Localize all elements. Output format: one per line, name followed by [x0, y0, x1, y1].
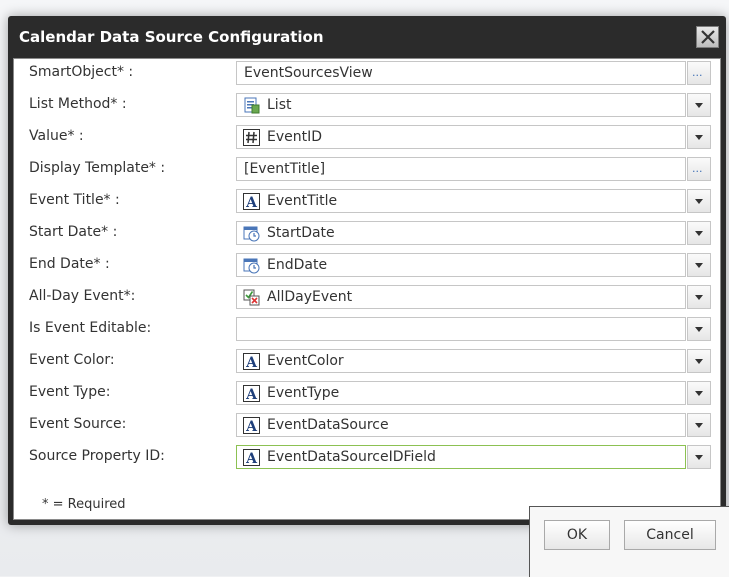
form-row: Event Source: A EventDataSource	[14, 411, 720, 438]
ellipsis-button[interactable]: ...	[687, 61, 711, 85]
dropdown-field[interactable]: AllDayEvent	[236, 285, 686, 309]
form-row: Is Event Editable:	[14, 315, 720, 342]
svg-text:A: A	[245, 419, 258, 434]
svg-text:A: A	[245, 195, 258, 210]
field-label: Is Event Editable:	[29, 320, 152, 336]
field-value: StartDate	[267, 225, 335, 241]
dropdown-field[interactable]: A EventType	[236, 381, 686, 405]
picker-field[interactable]: [EventTitle]	[236, 157, 686, 181]
dropdown-arrow-button[interactable]	[687, 93, 711, 117]
field-value: EventSourcesView	[244, 65, 373, 81]
required-note: * = Required	[42, 497, 126, 512]
close-button[interactable]	[696, 26, 719, 48]
ellipsis-icon: ...	[692, 162, 703, 175]
svg-text:A: A	[245, 387, 258, 402]
field-value: EventType	[267, 385, 340, 401]
form-row: Event Color: A EventColor	[14, 347, 720, 374]
form-row: End Date* : EndDate	[14, 251, 720, 278]
svg-text:A: A	[245, 451, 258, 466]
dropdown-field[interactable]: List	[236, 93, 686, 117]
field-value: EventDataSource	[267, 417, 389, 433]
form-row: SmartObject* : EventSourcesView...	[14, 59, 720, 86]
field-label: Value* :	[29, 128, 84, 144]
list-method-icon	[243, 97, 260, 114]
dropdown-arrow-button[interactable]	[687, 189, 711, 213]
form-row: Start Date* : StartDate	[14, 219, 720, 246]
datetime-type-icon	[243, 225, 260, 242]
text-type-icon: A	[243, 353, 260, 371]
field-value: [EventTitle]	[244, 161, 326, 177]
text-type-icon: A	[243, 385, 260, 403]
dropdown-arrow-button[interactable]	[687, 317, 711, 341]
dropdown-field[interactable]: A EventTitle	[236, 189, 686, 213]
dropdown-arrow-button[interactable]	[687, 381, 711, 405]
form-row: Event Title* : A EventTitle	[14, 187, 720, 214]
close-icon	[701, 30, 715, 44]
datetime-type-icon	[243, 257, 260, 274]
dialog-footer: OK Cancel	[529, 506, 729, 577]
field-label: Event Source:	[29, 416, 127, 432]
form-row: All-Day Event*: AllDayEvent	[14, 283, 720, 310]
form-row: Source Property ID: A EventDataSourceIDFie…	[14, 443, 720, 470]
form-row: Event Type: A EventType	[14, 379, 720, 406]
field-value: AllDayEvent	[267, 289, 353, 305]
field-value: EventTitle	[267, 193, 338, 209]
dialog-title: Calendar Data Source Configuration	[19, 28, 324, 46]
field-value: EventColor	[267, 353, 344, 369]
dropdown-field[interactable]	[236, 317, 686, 341]
text-type-icon: A	[243, 417, 260, 435]
ok-button[interactable]: OK	[544, 520, 610, 550]
dropdown-arrow-button[interactable]	[687, 445, 711, 469]
field-label: All-Day Event*:	[29, 288, 136, 304]
text-type-icon: A	[243, 193, 260, 211]
dropdown-field[interactable]: A EventDataSource	[236, 413, 686, 437]
form-row: Value* : EventID	[14, 123, 720, 150]
field-label: Start Date* :	[29, 224, 118, 240]
yesno-type-icon	[243, 289, 260, 306]
field-label: Event Type:	[29, 384, 111, 400]
dropdown-field[interactable]: StartDate	[236, 221, 686, 245]
ellipsis-icon: ...	[692, 66, 703, 79]
dropdown-field[interactable]: A EventColor	[236, 349, 686, 373]
dialog-content: * = Required SmartObject* : EventSourcesV…	[13, 58, 721, 520]
dropdown-arrow-button[interactable]	[687, 285, 711, 309]
svg-text:A: A	[245, 355, 258, 370]
text-type-icon: A	[243, 449, 260, 467]
dropdown-arrow-button[interactable]	[687, 125, 711, 149]
field-value: List	[267, 97, 292, 113]
dialog-titlebar: Calendar Data Source Configuration	[8, 16, 726, 58]
dropdown-arrow-button[interactable]	[687, 413, 711, 437]
field-label: Source Property ID:	[29, 448, 165, 464]
number-type-icon	[243, 129, 260, 146]
field-label: List Method* :	[29, 96, 127, 112]
field-label: SmartObject* :	[29, 64, 134, 80]
field-label: Event Color:	[29, 352, 115, 368]
field-value: EventDataSourceIDField	[267, 449, 436, 465]
field-label: Display Template* :	[29, 160, 166, 176]
cancel-button[interactable]: Cancel	[624, 520, 716, 550]
configuration-dialog: Calendar Data Source Configuration * = R…	[8, 16, 726, 525]
dropdown-field[interactable]: EventID	[236, 125, 686, 149]
field-label: End Date* :	[29, 256, 110, 272]
form-row: Display Template* : [EventTitle]...	[14, 155, 720, 182]
picker-field[interactable]: EventSourcesView	[236, 61, 686, 85]
form-row: List Method* : List	[14, 91, 720, 118]
dropdown-field[interactable]: EndDate	[236, 253, 686, 277]
dropdown-arrow-button[interactable]	[687, 221, 711, 245]
dropdown-field[interactable]: A EventDataSourceIDField	[236, 445, 686, 469]
ellipsis-button[interactable]: ...	[687, 157, 711, 181]
dropdown-arrow-button[interactable]	[687, 253, 711, 277]
dropdown-arrow-button[interactable]	[687, 349, 711, 373]
field-label: Event Title* :	[29, 192, 120, 208]
field-value: EndDate	[267, 257, 328, 273]
field-value: EventID	[267, 129, 323, 145]
